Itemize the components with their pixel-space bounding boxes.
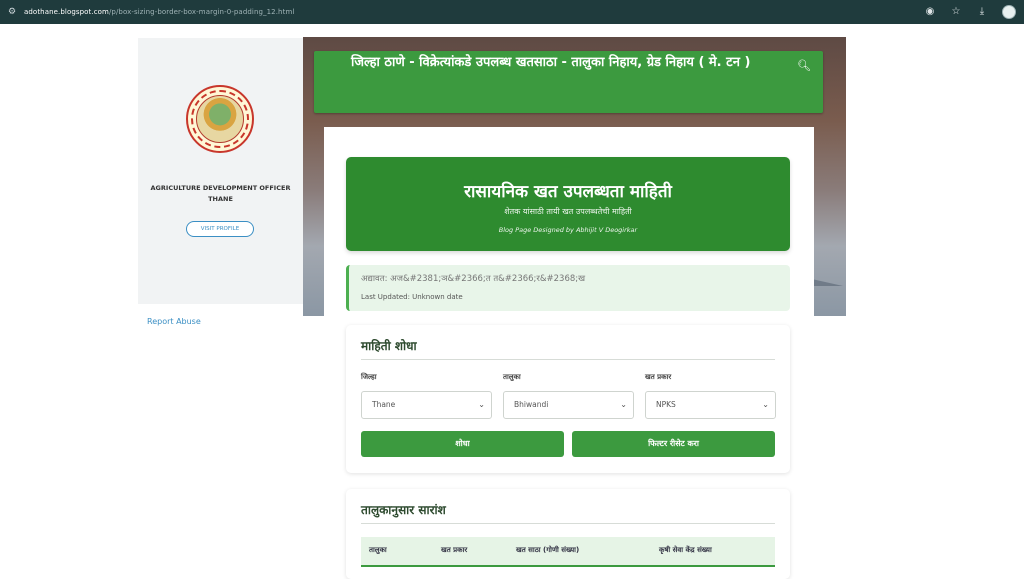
main-post-card: रासायनिक खत उपलब्धता माहिती शेतक यांसाठी…: [324, 127, 814, 579]
url-domain: adothane.blogspot.com: [24, 8, 109, 16]
browser-address-bar: ⚙ adothane.blogspot.com/p/box-sizing-bor…: [0, 0, 1024, 24]
site-info-icon[interactable]: ⚙: [8, 7, 18, 17]
search-button[interactable]: शोधा: [361, 431, 564, 457]
url-path: /p/box-sizing-border-box-margin-0-paddin…: [108, 8, 295, 16]
chevron-down-icon: ⌄: [478, 400, 485, 409]
fertilizer-type-select[interactable]: NPKS ⌄: [645, 391, 776, 419]
search-section-title: माहिती शोधा: [361, 339, 417, 353]
blog-title-bar: जिल्हा ठाणे - विक्रेत्यांकडे उपलब्ध खतसा…: [314, 51, 823, 113]
taluka-summary-card: तालुकानुसार सारांश तालुका खत प्रकार खत स…: [346, 489, 790, 579]
hero-credit: Blog Page Designed by Abhijit V Deogirka…: [498, 226, 638, 234]
taluka-select[interactable]: Bhiwandi ⌄: [503, 391, 634, 419]
update-english: Last Updated: Unknown date: [361, 293, 463, 301]
report-abuse-link[interactable]: Report Abuse: [147, 317, 201, 326]
download-icon[interactable]: ⤓: [976, 6, 988, 18]
summary-table-header: तालुका खत प्रकार खत साठा (गोणी संख्या) क…: [361, 537, 775, 567]
district-label: जिल्हा: [361, 373, 377, 381]
eye-off-icon[interactable]: ◉: [924, 6, 936, 18]
blog-title[interactable]: जिल्हा ठाणे - विक्रेत्यांकडे उपलब्ध खतसा…: [351, 55, 771, 71]
hero-subtitle: शेतक यांसाठी तायी खत उपलब्धतेची माहिती: [504, 207, 632, 216]
district-select-value: Thane: [372, 400, 396, 409]
taluka-label: तालुका: [503, 373, 521, 381]
update-marathi: अद्यावत: अज&#2381;ञ&#2366;त त&#2366;र&#2…: [361, 274, 586, 284]
column-header-stock: खत साठा (गोणी संख्या): [516, 546, 580, 554]
chevron-down-icon: ⌄: [620, 400, 627, 409]
search-filter-card: माहिती शोधा जिल्हा तालुका खत प्रकार Than…: [346, 325, 790, 473]
section-divider: [361, 359, 775, 360]
search-icon[interactable]: 🔍︎: [797, 59, 811, 72]
district-select[interactable]: Thane ⌄: [361, 391, 492, 419]
fertilizer-select-value: NPKS: [656, 400, 676, 409]
column-header-taluka: तालुका: [369, 546, 387, 554]
profile-avatar[interactable]: [1002, 5, 1016, 19]
profile-name: AGRICULTURE DEVELOPMENT OFFICER THANE: [138, 183, 303, 205]
profile-panel: AGRICULTURE DEVELOPMENT OFFICER THANE VI…: [138, 38, 303, 304]
summary-section-title: तालुकानुसार सारांश: [361, 503, 446, 517]
profile-name-line2: THANE: [208, 195, 233, 203]
hero-title: रासायनिक खत उपलब्धता माहिती: [464, 182, 672, 202]
taluka-select-value: Bhiwandi: [514, 400, 549, 409]
last-updated-box: अद्यावत: अज&#2381;ञ&#2366;त त&#2366;र&#2…: [346, 265, 790, 311]
column-header-fertilizer: खत प्रकार: [441, 546, 468, 554]
reset-filter-button[interactable]: फिल्टर रीसेट करा: [572, 431, 775, 457]
visit-profile-button[interactable]: VISIT PROFILE: [186, 221, 254, 237]
page-content: AGRICULTURE DEVELOPMENT OFFICER THANE VI…: [0, 24, 1024, 579]
browser-actions: ◉ ☆ ⤓: [924, 0, 1016, 24]
department-logo: [186, 85, 254, 153]
section-divider: [361, 523, 775, 524]
logo-ring: [191, 90, 249, 148]
profile-name-line1: AGRICULTURE DEVELOPMENT OFFICER: [150, 184, 291, 192]
fertilizer-type-label: खत प्रकार: [645, 373, 672, 381]
column-header-centers: कृषी सेवा केंद्र संख्या: [659, 546, 712, 554]
chevron-down-icon: ⌄: [762, 400, 769, 409]
url-field[interactable]: adothane.blogspot.com/p/box-sizing-borde…: [24, 8, 294, 16]
hero-banner: रासायनिक खत उपलब्धता माहिती शेतक यांसाठी…: [346, 157, 790, 251]
star-icon[interactable]: ☆: [950, 6, 962, 18]
